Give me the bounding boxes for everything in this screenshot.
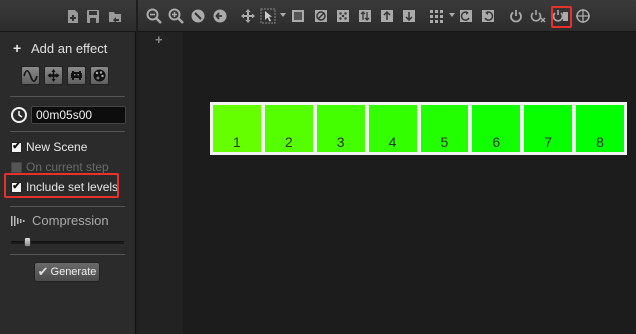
fixture-label: 8 [596, 134, 604, 150]
palette-effect-button[interactable] [90, 66, 109, 85]
include-set-levels-highlight [4, 173, 119, 198]
crosshair-icon[interactable] [575, 8, 591, 24]
zoom-in-icon[interactable] [168, 8, 184, 24]
duration-row [10, 106, 126, 124]
fixture-canvas[interactable] [138, 32, 636, 334]
compression-row: Compression [11, 213, 109, 228]
divider [10, 254, 125, 255]
add-effect-header: + Add an effect [13, 40, 107, 56]
on-current-step-option: On current step [11, 160, 109, 174]
plus-icon: + [13, 40, 22, 56]
add-fixture-icon[interactable]: + [155, 32, 163, 47]
zoom-reset-icon[interactable] [190, 8, 206, 24]
swap-icon[interactable] [357, 8, 373, 24]
power-icon[interactable] [508, 8, 524, 24]
new-file-icon[interactable] [66, 9, 80, 24]
rotate-right-icon[interactable] [480, 8, 496, 24]
fixture-cell[interactable]: 7 [524, 105, 573, 152]
zoom-out-icon[interactable] [146, 8, 162, 24]
palette-icon [93, 69, 106, 82]
divider [10, 206, 125, 207]
invader-effect-button[interactable] [67, 66, 86, 85]
new-scene-checkbox[interactable]: ✔ [11, 141, 22, 153]
generate-button[interactable]: ✔ Generate [34, 262, 100, 282]
disable-channel-icon[interactable] [530, 8, 546, 24]
move-down-icon[interactable] [401, 8, 417, 24]
on-current-step-checkbox [11, 161, 22, 173]
compression-slider-handle[interactable] [23, 237, 31, 247]
new-scene-label: New Scene [26, 140, 88, 154]
no-selection-icon[interactable] [313, 8, 329, 24]
rotate-left-icon[interactable] [458, 8, 474, 24]
chevron-down-icon[interactable] [449, 13, 455, 17]
fixture-label: 6 [492, 134, 501, 150]
clock-icon [11, 107, 27, 123]
move-arrows-icon [47, 69, 60, 82]
grid-icon[interactable] [429, 8, 445, 24]
duration-input[interactable] [31, 106, 126, 124]
fixture-cell[interactable]: 1 [213, 105, 261, 152]
divider [10, 131, 125, 132]
sine-wave-effect-button[interactable] [21, 66, 40, 85]
chevron-down-icon[interactable] [280, 13, 286, 17]
random-icon[interactable] [335, 8, 351, 24]
select-tool-icon[interactable] [260, 8, 276, 24]
open-folder-icon[interactable] [108, 9, 122, 24]
sine-wave-icon [23, 69, 38, 83]
select-all-icon[interactable] [290, 8, 306, 24]
fixture-cell[interactable]: 5 [420, 105, 469, 152]
add-effect-label: Add an effect [31, 40, 108, 56]
fixture-cell[interactable]: 4 [368, 105, 417, 152]
effect-buttons [21, 66, 109, 85]
move-up-icon[interactable] [379, 8, 395, 24]
save-icon[interactable] [86, 9, 100, 24]
checkmark-icon: ✔ [37, 264, 49, 279]
on-current-step-label: On current step [26, 160, 109, 174]
left-toolbar [0, 0, 136, 32]
fixture-cell[interactable]: 3 [316, 105, 365, 152]
fixture-label: 2 [284, 134, 293, 150]
move-tool-icon[interactable] [240, 8, 256, 24]
compression-label: Compression [32, 213, 109, 228]
invader-icon [71, 71, 82, 80]
fixture-cell[interactable]: 2 [264, 105, 313, 152]
new-scene-option[interactable]: ✔ New Scene [11, 140, 87, 154]
generate-label: Generate [50, 266, 97, 278]
fixture-cell[interactable]: 6 [472, 105, 521, 152]
fixture-label: 1 [233, 134, 241, 150]
move-effect-button[interactable] [44, 66, 63, 85]
fixture-label: 5 [440, 134, 449, 150]
toolbar-highlight [551, 6, 572, 28]
compression-icon [11, 215, 25, 226]
fixture-label: 3 [336, 134, 345, 150]
fixture-label: 4 [388, 134, 397, 150]
canvas-sidebar [138, 32, 183, 334]
fixture-cell[interactable]: 8 [576, 105, 624, 152]
fixture-grid: 1 2 3 4 5 6 7 8 [210, 102, 627, 155]
divider [10, 96, 125, 97]
fixture-label: 7 [544, 134, 553, 150]
back-icon[interactable] [212, 8, 228, 24]
